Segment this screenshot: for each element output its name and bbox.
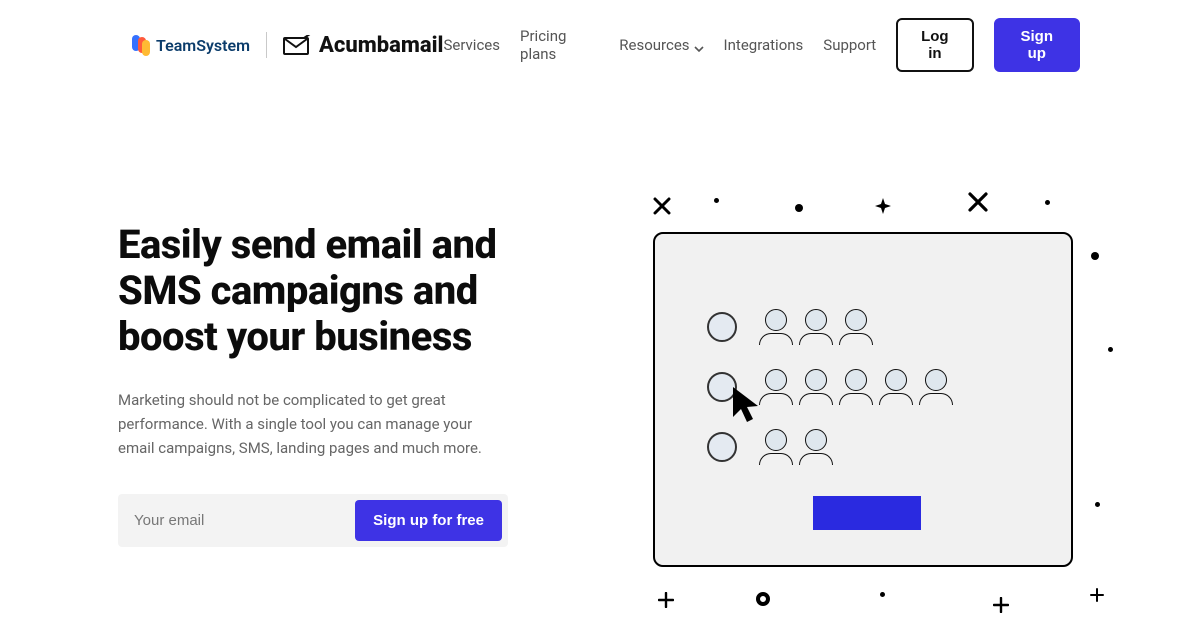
hero-illustration [598, 182, 1100, 622]
people-icon [759, 429, 833, 465]
dot-icon [1045, 200, 1050, 205]
hero-copy: Easily send email and SMS campaigns and … [118, 182, 558, 622]
dot-icon [795, 204, 803, 212]
acumbamail-label: Acumbamail [319, 33, 443, 58]
hero-lead: Marketing should not be complicated to g… [118, 388, 508, 460]
dot-icon [714, 198, 719, 203]
people-icon [759, 309, 873, 345]
envelope-icon [283, 35, 311, 55]
site-header: TeamSystem Acumbamail Services Pricing p… [0, 0, 1200, 72]
dot-icon [880, 592, 885, 597]
radio-icon [707, 432, 737, 462]
brand-group: TeamSystem Acumbamail [132, 32, 443, 58]
people-icon [759, 369, 953, 405]
cursor-icon [730, 384, 764, 424]
nav-resources[interactable]: Resources [619, 36, 703, 54]
audience-row [707, 309, 873, 345]
teamsystem-label: TeamSystem [156, 36, 250, 55]
radio-icon [707, 312, 737, 342]
spark-x-icon [653, 197, 671, 219]
acumbamail-logo[interactable]: Acumbamail [283, 33, 443, 58]
nav-services[interactable]: Services [443, 36, 500, 54]
plus-icon [658, 592, 674, 612]
nav-resources-label: Resources [619, 36, 689, 54]
chevron-down-icon [694, 40, 704, 50]
dot-icon [1095, 502, 1100, 507]
main-nav: Services Pricing plans Resources Integra… [443, 18, 1080, 72]
dot-icon [1108, 347, 1113, 352]
plus-icon [993, 597, 1009, 617]
plus-icon [1090, 587, 1104, 606]
teamsystem-mark-icon [132, 35, 150, 55]
teamsystem-logo[interactable]: TeamSystem [132, 35, 250, 55]
brand-divider [266, 32, 267, 58]
audience-row [707, 429, 833, 465]
cta-bar-icon [813, 496, 921, 530]
nav-pricing[interactable]: Pricing plans [520, 27, 599, 63]
illustration-panel [653, 232, 1073, 567]
email-field[interactable] [124, 500, 355, 541]
hero-title: Easily send email and SMS campaigns and … [118, 222, 558, 360]
dot-icon [1091, 252, 1099, 260]
nav-integrations[interactable]: Integrations [724, 36, 804, 54]
spark-x-icon [968, 192, 988, 216]
signup-free-button[interactable]: Sign up for free [355, 500, 502, 541]
login-button[interactable]: Log in [896, 18, 973, 72]
ring-icon [756, 592, 770, 606]
hero-signup-form: Sign up for free [118, 494, 508, 547]
nav-support[interactable]: Support [823, 36, 876, 54]
hero: Easily send email and SMS campaigns and … [0, 72, 1200, 622]
signup-button[interactable]: Sign up [994, 18, 1080, 72]
star-icon [874, 197, 892, 219]
